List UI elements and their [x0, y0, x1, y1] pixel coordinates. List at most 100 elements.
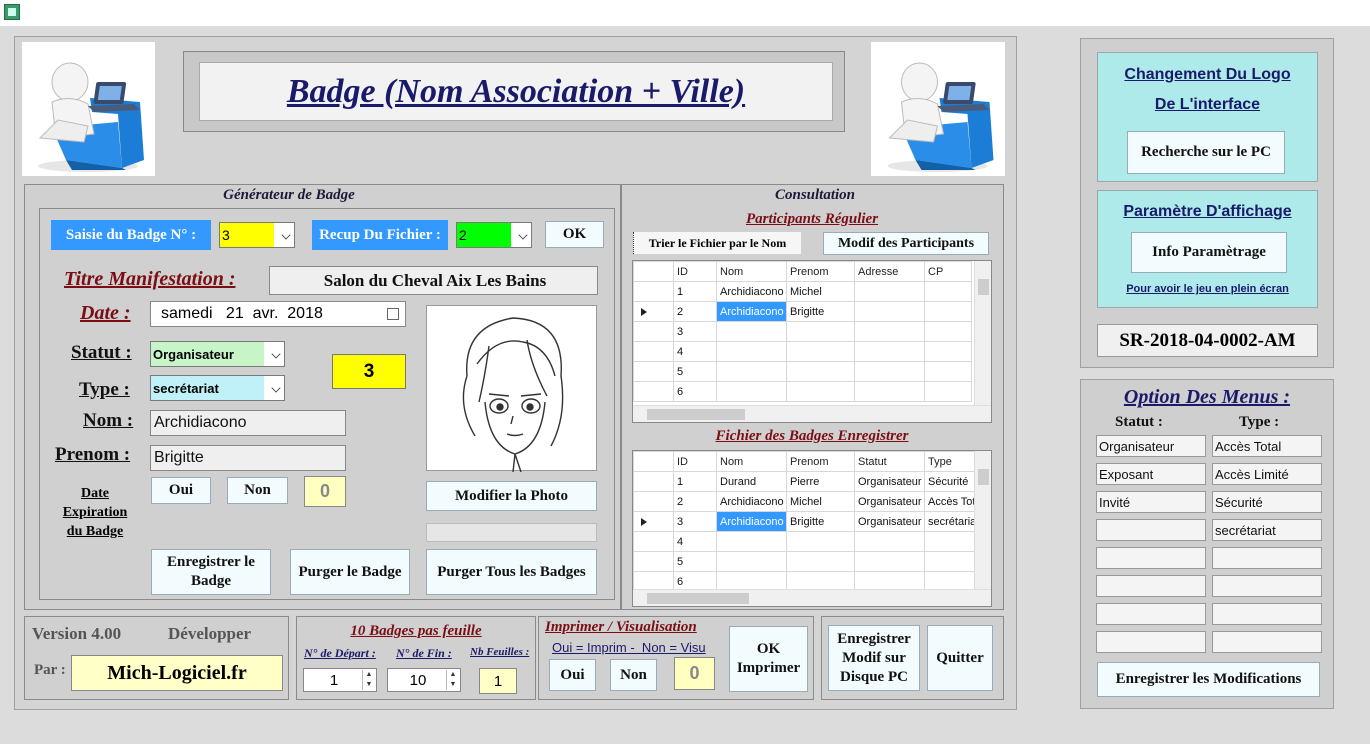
chevron-up-icon[interactable]: ▲	[447, 670, 459, 680]
purger-badge-button[interactable]: Purger le Badge	[290, 549, 410, 595]
row-header[interactable]	[633, 491, 674, 512]
table-row[interactable]: 2 Archidiacono Michel Organisateur Accès…	[633, 491, 979, 512]
type-select[interactable]: secrétariat	[150, 375, 285, 401]
date-picker[interactable]: samedi 21 avr. 2018	[150, 301, 406, 327]
nom-input[interactable]: Archidiacono	[150, 410, 346, 436]
statut-option-field[interactable]	[1096, 575, 1206, 597]
prenom-input[interactable]: Brigitte	[150, 445, 346, 471]
logo-change-title[interactable]: Changement Du Logo	[1097, 66, 1318, 84]
table-cell[interactable]: Organisateur	[854, 471, 925, 492]
table-cell[interactable]: Organisateur	[854, 511, 925, 532]
table-cell[interactable]	[924, 381, 972, 402]
enregistrer-badge-button[interactable]: Enregistrer le Badge	[151, 549, 271, 595]
statut-option-field[interactable]: Exposant	[1096, 463, 1206, 485]
row-header[interactable]	[633, 531, 674, 552]
current-row-pointer-icon[interactable]	[633, 301, 674, 322]
table-cell[interactable]	[716, 551, 787, 572]
table-cell[interactable]	[924, 281, 972, 302]
table-cell[interactable]	[786, 321, 855, 342]
type-option-field[interactable]: Sécurité	[1212, 491, 1322, 513]
table-row[interactable]: 1 Archidiacono Michel	[633, 281, 972, 302]
table-cell[interactable]	[854, 551, 925, 572]
row-header[interactable]	[633, 341, 674, 362]
column-header[interactable]: CP	[924, 261, 972, 282]
scroll-thumb[interactable]	[647, 593, 749, 604]
table-cell[interactable]	[854, 281, 925, 302]
table-cell[interactable]: Michel	[786, 491, 855, 512]
table-cell[interactable]: 3	[673, 511, 717, 532]
column-header[interactable]: Adresse	[854, 261, 925, 282]
column-header[interactable]: ID	[673, 451, 717, 472]
table-row[interactable]: 2 Archidiacono Brigitte	[633, 301, 972, 322]
fin-stepper[interactable]: 10 ▲ ▼	[387, 668, 461, 692]
type-option-field[interactable]: Accès Limité	[1212, 463, 1322, 485]
quitter-button[interactable]: Quitter	[927, 625, 993, 691]
table-cell[interactable]	[716, 381, 787, 402]
table-cell[interactable]: 5	[673, 551, 717, 572]
table-row[interactable]: 5	[633, 361, 972, 382]
table-cell[interactable]	[786, 531, 855, 552]
table-row[interactable]: 4	[633, 531, 979, 552]
row-header[interactable]	[633, 381, 674, 402]
participants-vertical-scrollbar[interactable]	[974, 261, 991, 406]
recherche-pc-button[interactable]: Recherche sur le PC	[1127, 131, 1285, 174]
type-option-field[interactable]	[1212, 575, 1322, 597]
table-cell[interactable]	[854, 301, 925, 322]
row-header[interactable]	[633, 321, 674, 342]
statut-option-field[interactable]	[1096, 603, 1206, 625]
chevron-up-icon[interactable]: ▲	[363, 670, 375, 680]
table-cell[interactable]: 5	[673, 361, 717, 382]
affichage-title[interactable]: Paramètre D'affichage	[1097, 203, 1318, 221]
table-cell[interactable]: 1	[673, 471, 717, 492]
row-header[interactable]	[633, 551, 674, 572]
trier-nom-button[interactable]: Trier le Fichier par le Nom	[633, 232, 801, 254]
table-row[interactable]: 1 Durand Pierre Organisateur Sécurité	[633, 471, 979, 492]
scroll-thumb[interactable]	[978, 469, 989, 485]
table-cell[interactable]	[854, 341, 925, 362]
table-cell[interactable]	[716, 531, 787, 552]
table-cell[interactable]: secrétariat	[924, 511, 979, 532]
table-cell[interactable]	[924, 341, 972, 362]
column-header[interactable]: Prenom	[786, 261, 855, 282]
type-option-field[interactable]	[1212, 603, 1322, 625]
table-row[interactable]: 3	[633, 321, 972, 342]
purger-tous-button[interactable]: Purger Tous les Badges	[426, 549, 597, 595]
table-cell[interactable]	[924, 361, 972, 382]
table-cell[interactable]: 3	[673, 321, 717, 342]
badges-vertical-scrollbar[interactable]	[974, 451, 991, 590]
table-cell[interactable]: Accès Tot	[924, 491, 979, 512]
table-row[interactable]: 3 Archidiacono Brigitte Organisateur sec…	[633, 511, 979, 532]
table-row[interactable]: 4	[633, 341, 972, 362]
column-header[interactable]: ID	[673, 261, 717, 282]
table-cell[interactable]	[854, 381, 925, 402]
table-cell[interactable]: 4	[673, 531, 717, 552]
column-header[interactable]: Nom	[716, 261, 787, 282]
titre-input[interactable]: Salon du Cheval Aix Les Bains	[269, 266, 598, 295]
table-cell[interactable]: Pierre	[786, 471, 855, 492]
table-cell[interactable]: 4	[673, 341, 717, 362]
table-cell[interactable]	[716, 361, 787, 382]
badges-grid[interactable]: ID Nom Prenom Statut Type 1 Durand Pierr…	[632, 450, 992, 607]
row-header[interactable]	[633, 281, 674, 302]
table-cell[interactable]	[924, 301, 972, 322]
participants-horizontal-scrollbar[interactable]	[633, 405, 991, 422]
statut-select[interactable]: Organisateur	[150, 341, 285, 367]
statut-option-field[interactable]	[1096, 547, 1206, 569]
scroll-thumb[interactable]	[647, 409, 745, 420]
table-cell[interactable]: Michel	[786, 281, 855, 302]
statut-option-field[interactable]	[1096, 519, 1206, 541]
enregistrer-modif-disque-button[interactable]: Enregistrer Modif sur Disque PC	[828, 625, 920, 691]
table-cell[interactable]	[786, 361, 855, 382]
saisie-badge-select[interactable]: 3	[219, 222, 295, 248]
table-cell[interactable]	[786, 551, 855, 572]
expiration-oui-button[interactable]: Oui	[151, 477, 211, 504]
imprimer-non-button[interactable]: Non	[610, 659, 657, 691]
participants-grid[interactable]: ID Nom Prenom Adresse CP 1 Archidiacono …	[632, 260, 992, 423]
table-cell[interactable]: Archidiacono	[716, 491, 787, 512]
table-cell[interactable]: Durand	[716, 471, 787, 492]
statut-option-field[interactable]	[1096, 631, 1206, 653]
ok-button[interactable]: OK	[545, 221, 604, 248]
table-cell[interactable]	[854, 321, 925, 342]
table-cell[interactable]: Archidiacono	[716, 281, 787, 302]
table-cell[interactable]: Brigitte	[786, 511, 855, 532]
